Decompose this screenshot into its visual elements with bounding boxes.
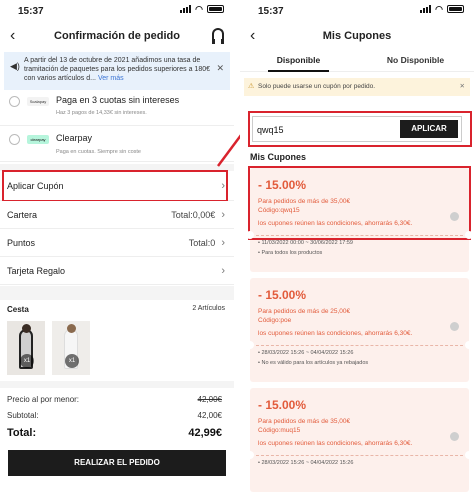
- coupon-card[interactable]: - 15.00% Para pedidos de más de 25,00€ C…: [246, 278, 473, 382]
- subtotal-label: Subtotal:: [7, 411, 39, 420]
- back-chevron-icon[interactable]: ‹: [10, 27, 15, 45]
- signal-icon: [180, 5, 192, 13]
- coupon-scope: • No es válido para los artículos ya reb…: [258, 360, 369, 366]
- gift-card-label: Tarjeta Regalo: [7, 265, 66, 276]
- payment-radio[interactable]: [9, 96, 20, 107]
- total-value: 42,99€: [188, 427, 222, 439]
- coupon-row-highlight: [2, 170, 228, 202]
- item-quantity: x1: [20, 354, 34, 368]
- points-value: Total:0: [188, 237, 216, 248]
- signal-icon: [420, 5, 432, 13]
- coupon-select-radio[interactable]: [450, 212, 459, 221]
- retail-price-row: Precio al por menor: 42,00€: [0, 395, 234, 404]
- notice-more-link[interactable]: Ver más: [98, 75, 124, 82]
- cart-title: Cesta: [7, 305, 29, 314]
- points-label: Puntos: [7, 237, 36, 248]
- divider: [0, 381, 234, 388]
- battery-icon: [447, 5, 464, 13]
- top-nav: ‹ Confirmación de pedido: [0, 20, 234, 52]
- tab-available[interactable]: Disponible: [240, 52, 357, 72]
- subtotal-value: 42,00€: [197, 411, 222, 420]
- close-icon[interactable]: ✕: [216, 64, 224, 73]
- wifi-icon: ◠: [195, 4, 203, 14]
- place-order-button[interactable]: REALIZAR EL PEDIDO: [8, 450, 226, 476]
- page-title: Confirmación de pedido: [54, 30, 180, 42]
- coupon-list-title: Mis Cupones: [250, 152, 307, 162]
- coupon-scope: • Para todos los productos: [258, 250, 323, 256]
- close-icon[interactable]: ✕: [460, 78, 465, 96]
- status-bar: 15:37 ◠: [0, 0, 234, 20]
- coupon-savings: los cupones reúnen las condiciones, ahor…: [258, 220, 413, 227]
- warning-icon: ⚠: [248, 83, 255, 90]
- cart-count: 2 Artículos: [192, 305, 225, 312]
- back-chevron-icon[interactable]: ‹: [250, 27, 255, 45]
- subtotal-row: Subtotal: 42,00€: [0, 411, 234, 420]
- tab-unavailable[interactable]: No Disponible: [357, 52, 474, 71]
- coupon-discount: - 15.00%: [258, 398, 307, 412]
- top-nav: ‹ Mis Cupones: [240, 20, 474, 52]
- coupon-info-banner: ⚠ Solo puede usarse un cupón por pedido.…: [244, 78, 470, 96]
- scalapay-logo-icon: Scalapay: [27, 97, 49, 106]
- coupon-card[interactable]: - 15.00% Para pedidos de más de 35,00€ C…: [246, 166, 473, 272]
- coupon-select-radio[interactable]: [450, 432, 459, 441]
- payment-title: Paga en 3 cuotas sin intereses: [56, 95, 180, 105]
- cart-section: Cesta 2 Artículos x1 x1: [0, 302, 234, 380]
- coupon-discount: - 15.00%: [258, 288, 307, 302]
- status-time: 15:37: [18, 6, 44, 17]
- info-text: Solo puede usarse un cupón por pedido.: [258, 83, 376, 90]
- coupon-dates: • 28/03/2022 15:26 ~ 04/04/2022 15:26: [258, 350, 354, 356]
- total-label: Total:: [7, 427, 37, 439]
- wallet-value: Total:0,00€: [171, 209, 216, 220]
- coupon-dates: • 28/03/2022 15:26 ~ 04/04/2022 15:26: [258, 460, 354, 466]
- coupon-code: Código:poe: [258, 317, 292, 324]
- total-row: Total: 42,99€: [0, 427, 234, 439]
- item-quantity: x1: [65, 354, 79, 368]
- coupon-savings: los cupones reúnen las condiciones, ahor…: [258, 330, 413, 337]
- payment-title: Clearpay: [56, 133, 93, 143]
- speaker-icon: ◀): [10, 61, 20, 71]
- payment-subtitle: Haz 3 pagos de 14,33€ sin intereses.: [56, 110, 147, 116]
- coupon-code: Código:muq15: [258, 427, 301, 434]
- code-input-highlight: [248, 111, 472, 147]
- gift-card-row[interactable]: Tarjeta Regalo ›: [0, 257, 234, 285]
- coupon-code: Código:qwq15: [258, 207, 300, 214]
- clearpay-logo-icon: clearpay: [27, 135, 49, 144]
- battery-icon: [207, 5, 224, 13]
- retail-price-value: 42,00€: [197, 395, 222, 404]
- wifi-icon: ◠: [435, 4, 443, 14]
- chevron-right-icon: ›: [221, 236, 225, 249]
- coupon-tabs: Disponible No Disponible: [240, 52, 474, 72]
- headset-support-icon[interactable]: [212, 28, 224, 44]
- payment-option-clearpay[interactable]: clearpay Clearpay Paga en cuotas. Siempr…: [0, 126, 234, 162]
- page-title: Mis Cupones: [322, 30, 392, 42]
- payment-subtitle: Paga en cuotas. Siempre sin coste: [56, 149, 141, 155]
- coupon-card[interactable]: - 15.00% Para pedidos de más de 35,00€ C…: [246, 388, 473, 492]
- points-row[interactable]: Puntos Total:0 ›: [0, 229, 234, 257]
- payment-option-scalapay[interactable]: Scalapay Paga en 3 cuotas sin intereses …: [0, 90, 234, 126]
- retail-price-label: Precio al por menor:: [7, 395, 80, 404]
- status-bar: 15:37 ◠: [240, 0, 474, 20]
- product-thumbnail[interactable]: x1: [52, 321, 90, 375]
- coupon-savings: los cupones reúnen las condiciones, ahor…: [258, 440, 413, 447]
- product-thumbnail[interactable]: x1: [7, 321, 45, 375]
- coupon-min: Para pedidos de más de 35,00€: [258, 198, 351, 205]
- coupon-min: Para pedidos de más de 25,00€: [258, 308, 351, 315]
- checkout-screen: 15:37 ◠ ‹ Confirmación de pedido ◀) A pa…: [0, 0, 234, 503]
- divider: [0, 286, 234, 300]
- wallet-label: Cartera: [7, 209, 38, 220]
- chevron-right-icon: ›: [221, 208, 225, 221]
- chevron-right-icon: ›: [221, 264, 225, 277]
- coupon-min: Para pedidos de más de 35,00€: [258, 418, 351, 425]
- status-time: 15:37: [258, 6, 284, 17]
- coupon-dates: • 11/03/2022 00:00 ~ 30/06/2022 17:59: [258, 240, 353, 246]
- shipping-notice: ◀) A partir del 13 de octubre de 2021 añ…: [4, 52, 230, 90]
- payment-radio[interactable]: [9, 134, 20, 145]
- wallet-row[interactable]: Cartera Total:0,00€ ›: [0, 201, 234, 229]
- my-coupons-screen: 15:37 ◠ ‹ Mis Cupones Disponible No Disp…: [240, 0, 474, 503]
- coupon-select-radio[interactable]: [450, 322, 459, 331]
- coupon-discount: - 15.00%: [258, 178, 307, 192]
